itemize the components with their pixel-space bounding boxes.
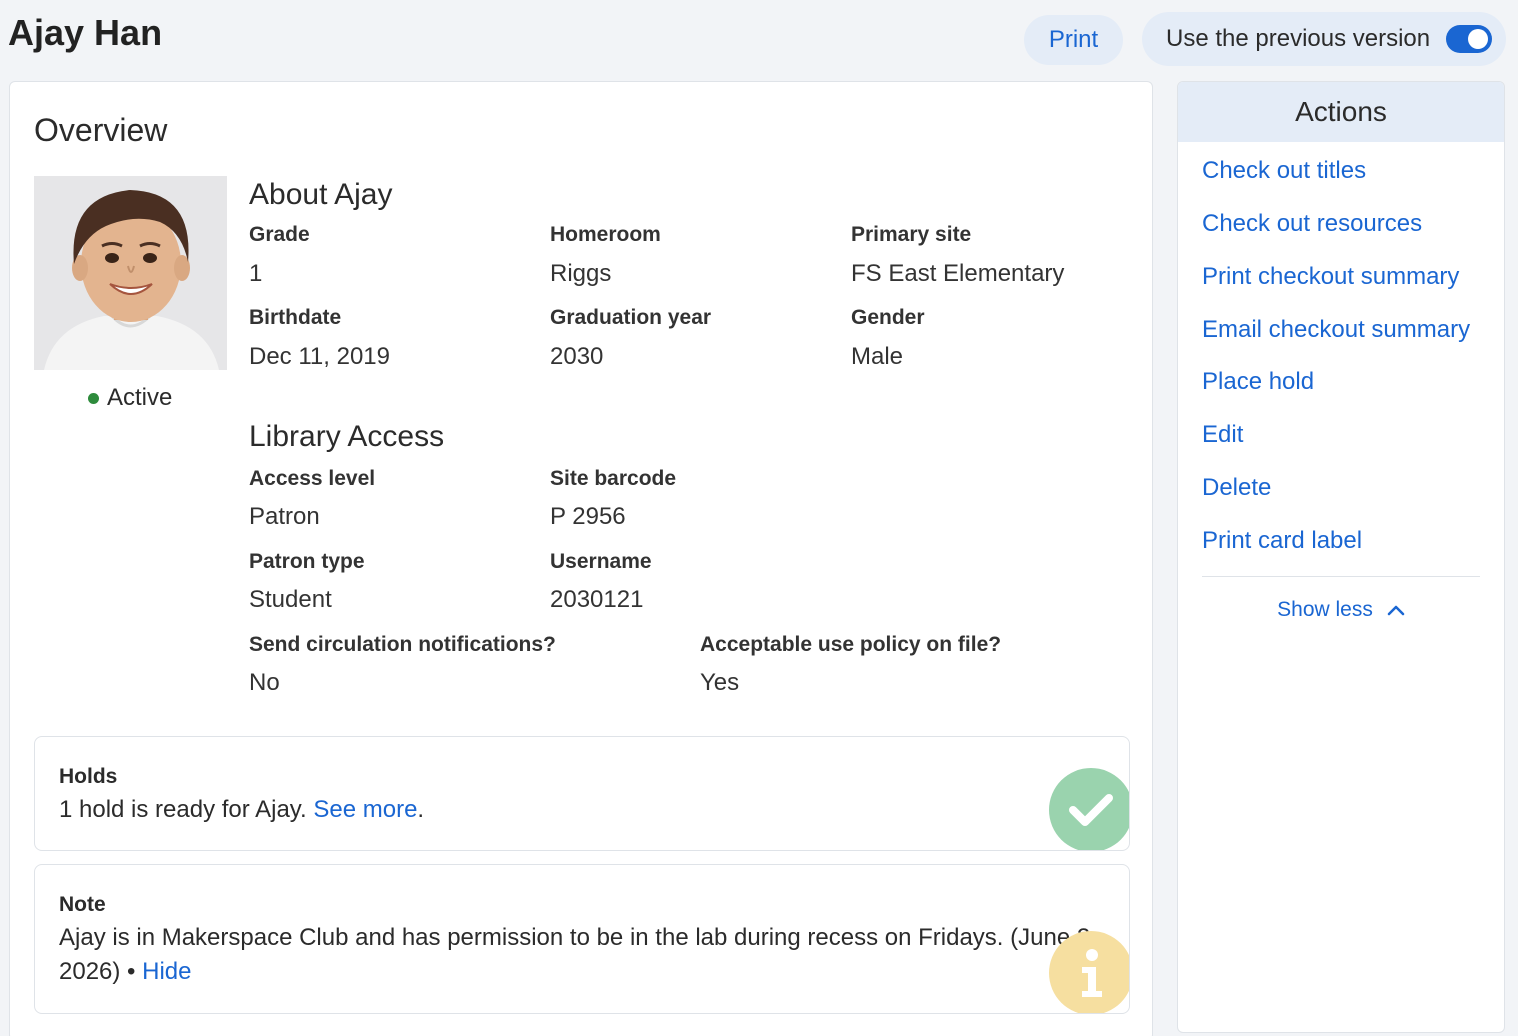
status-label: Active — [107, 384, 173, 411]
acceptable-use-policy-value: Yes — [700, 669, 740, 696]
site-barcode-value: P 2956 — [550, 503, 626, 530]
circulation-notifications-label: Send circulation notifications? — [249, 633, 556, 656]
primary-site-value: FS East Elementary — [851, 260, 1065, 287]
actions-panel: Actions Check out titles Check out resou… — [1177, 81, 1505, 1033]
graduation-year-label: Graduation year — [550, 306, 712, 329]
print-button[interactable]: Print — [1024, 15, 1123, 65]
patron-photo — [34, 176, 227, 370]
see-more-link[interactable]: See more — [313, 796, 417, 823]
note-text: Ajay is in Makerspace Club and has permi… — [59, 921, 1097, 989]
overview-title: Overview — [34, 112, 168, 148]
actions-title: Actions — [1178, 82, 1504, 142]
info-icon — [1049, 931, 1129, 1013]
acceptable-use-policy-label: Acceptable use policy on file? — [700, 633, 1002, 656]
site-barcode-label: Site barcode — [550, 467, 677, 490]
check-out-titles-link[interactable]: Check out titles — [1202, 157, 1366, 185]
grade-value: 1 — [249, 260, 263, 287]
homeroom-value: Riggs — [550, 260, 612, 287]
holds-text: 1 hold is ready for Ajay. See more. — [59, 793, 424, 827]
username-label: Username — [550, 550, 652, 573]
circulation-notifications-value: No — [249, 669, 280, 696]
patron-type-value: Student — [249, 586, 332, 613]
note-box: Note Ajay is in Makerspace Club and has … — [34, 864, 1130, 1014]
email-checkout-summary-link[interactable]: Email checkout summary — [1202, 316, 1470, 344]
status-badge: Active — [88, 384, 172, 412]
gender-label: Gender — [851, 306, 925, 329]
holds-suffix: . — [417, 796, 425, 823]
status-dot-icon — [88, 392, 99, 404]
graduation-year-value: 2030 — [550, 343, 604, 370]
holds-title: Holds — [59, 765, 118, 788]
toggle-knob — [1468, 29, 1488, 49]
gender-value: Male — [851, 343, 904, 370]
username-value: 2030121 — [550, 586, 644, 613]
note-title: Note — [59, 893, 106, 916]
toggle-switch[interactable] — [1446, 25, 1492, 53]
about-title: About Ajay — [249, 178, 393, 211]
primary-site-label: Primary site — [851, 223, 972, 246]
note-line-2: 2026) • — [59, 958, 136, 985]
birthdate-value: Dec 11, 2019 — [249, 343, 390, 370]
check-icon — [1049, 768, 1129, 850]
place-hold-link[interactable]: Place hold — [1202, 368, 1314, 396]
print-checkout-summary-link[interactable]: Print checkout summary — [1202, 263, 1459, 291]
holds-message: 1 hold is ready for Ajay. — [59, 796, 307, 823]
holds-box: Holds 1 hold is ready for Ajay. See more… — [34, 736, 1130, 851]
check-out-resources-link[interactable]: Check out resources — [1202, 210, 1422, 238]
delete-link[interactable]: Delete — [1202, 474, 1271, 502]
hide-note-link[interactable]: Hide — [142, 958, 191, 985]
overview-card: Overview Active About Ajay Grade 1 Homer… — [9, 81, 1153, 1036]
patron-type-label: Patron type — [249, 550, 365, 573]
note-line-1: Ajay is in Makerspace Club and has permi… — [59, 924, 1097, 951]
show-less-label: Show less — [1277, 598, 1373, 621]
print-card-label-link[interactable]: Print card label — [1202, 527, 1362, 555]
show-less-button[interactable]: Show less — [1178, 595, 1504, 625]
previous-version-label: Use the previous version — [1166, 25, 1431, 52]
actions-divider — [1202, 576, 1480, 577]
homeroom-label: Homeroom — [550, 223, 661, 246]
chevron-up-icon — [1387, 598, 1405, 622]
birthdate-label: Birthdate — [249, 306, 342, 329]
access-level-label: Access level — [249, 467, 376, 490]
edit-link[interactable]: Edit — [1202, 421, 1243, 449]
grade-label: Grade — [249, 223, 310, 246]
page-title: Ajay Han — [8, 12, 163, 53]
previous-version-toggle[interactable]: Use the previous version — [1142, 12, 1506, 66]
access-level-value: Patron — [249, 503, 320, 530]
library-access-title: Library Access — [249, 420, 445, 453]
